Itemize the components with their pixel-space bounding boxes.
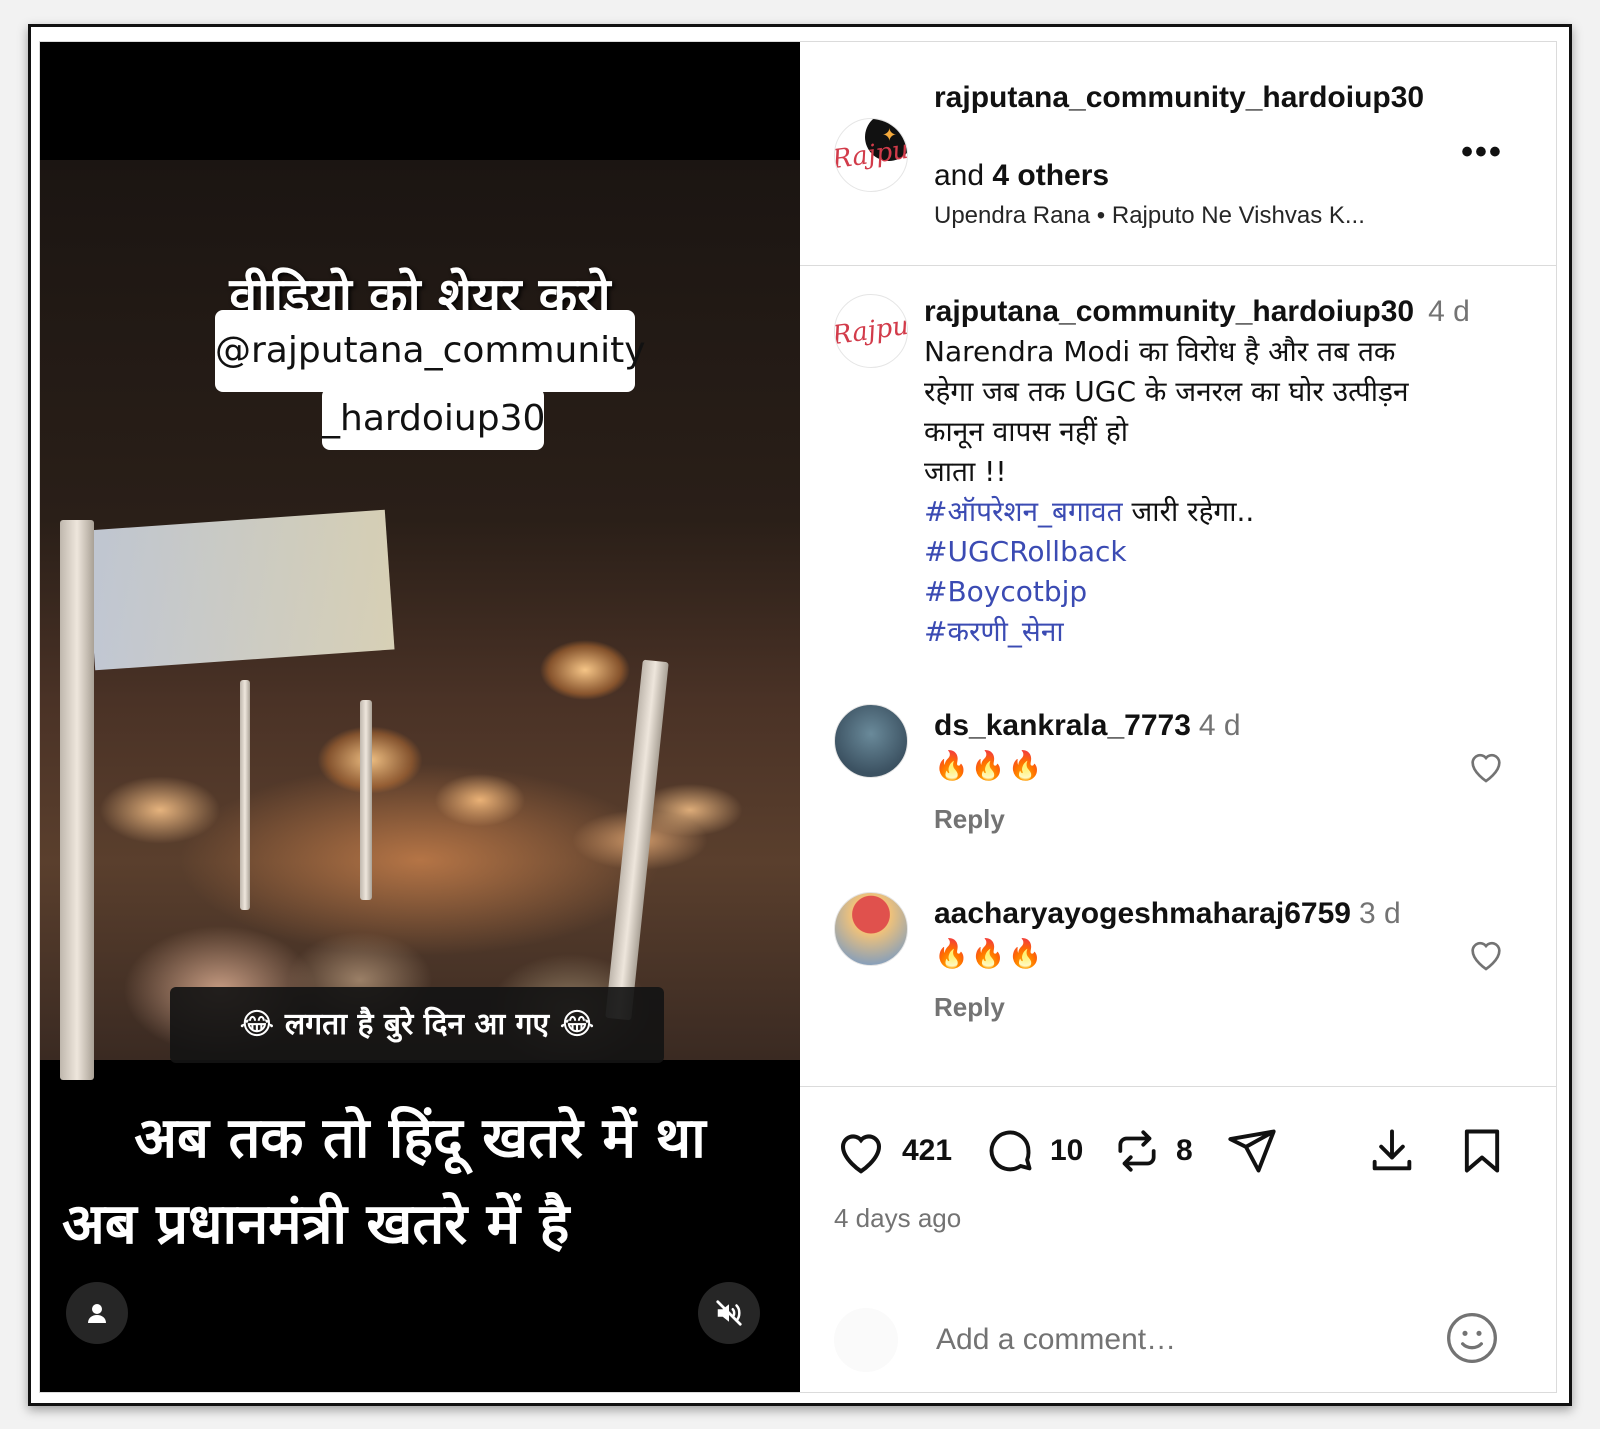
video-bottom-line2: अब प्रधानमंत्री खतरे में है [62,1192,570,1257]
share-icon [1228,1129,1276,1173]
more-options-button[interactable]: ••• [1460,135,1504,169]
user-icon [88,1304,106,1323]
video-bottom-line1: अब तक तो हिंदू खतरे में था [134,1106,706,1171]
like-action[interactable]: 421 [834,1123,952,1179]
comment-text: 🔥🔥🔥 [934,750,1045,781]
post-actions: 421 10 8 4 days ago [800,1086,1556,1286]
protest-banner [85,509,395,671]
video-caption-strip: 😂 लगता है बुरे दिन आ गए 😂 [170,987,664,1063]
post-side-panel: ✦ Rajpu rajputana_community_hardoiup30 a… [800,42,1556,1392]
commenter-avatar[interactable] [834,892,908,966]
avatar-logo-text: Rajpu [834,134,908,176]
comments-section[interactable]: Rajpu rajputana_community_hardoiup30 4 d … [800,266,1556,1086]
caption-author[interactable]: rajputana_community_hardoiup30 4 d [924,292,1470,332]
torch-pole [60,520,94,1080]
hashtag-link[interactable]: #ऑपरेशन_बगावत [924,495,1123,528]
share-button[interactable] [1226,1123,1278,1179]
video-handle-line2: _hardoiup30 [322,388,545,450]
comment-count[interactable]: 10 [1050,1134,1083,1168]
torch-pole [240,680,250,910]
caption-author-avatar[interactable]: Rajpu [834,294,908,368]
hashtag-link[interactable]: #करणी_सेना [924,612,1484,652]
commenter-username[interactable]: ds_kankrala_7773 4 d [934,706,1241,746]
heart-icon[interactable] [834,1124,888,1178]
comment-item: aacharyayogeshmaharaj6759 3 d 🔥🔥🔥 Reply [800,892,1556,1042]
comment-icon[interactable] [984,1125,1036,1177]
torch-pole [360,700,372,900]
torch-pole [605,659,669,1021]
collaborators[interactable]: and 4 others [934,156,1109,196]
commenter-avatar[interactable] [834,704,908,778]
post-header: ✦ Rajpu rajputana_community_hardoiup30 a… [800,42,1556,266]
repost-icon[interactable] [1112,1126,1162,1176]
mute-button[interactable] [698,1282,760,1344]
tagged-users-button[interactable] [66,1282,128,1344]
current-user-avatar [834,1308,898,1372]
video-player[interactable]: वीडियो को शेयर करो @rajputana_community … [40,42,800,1392]
like-count[interactable]: 421 [902,1134,952,1168]
download-button[interactable] [1366,1123,1418,1179]
add-comment-bar [800,1278,1556,1392]
muted-speaker-icon [716,1300,742,1326]
download-icon [1372,1129,1412,1171]
audio-info[interactable]: Upendra Rana • Rajputo Ne Vishvas K... [934,200,1365,232]
post-dialog: वीडियो को शेयर करो @rajputana_community … [39,41,1557,1393]
audio-title[interactable]: Rajputo Ne Vishvas K... [1112,202,1365,229]
reply-button[interactable]: Reply [934,802,1005,836]
author-username[interactable]: rajputana_community_hardoiup30 [934,78,1454,118]
others-count[interactable]: 4 others [992,159,1109,192]
repost-count[interactable]: 8 [1176,1134,1193,1168]
audio-artist[interactable]: Upendra Rana [934,202,1090,229]
hashtag-link[interactable]: #UGCRollback [924,532,1484,572]
post-timestamp[interactable]: 4 days ago [834,1203,961,1234]
like-comment-heart-icon[interactable] [1466,934,1506,974]
reply-button[interactable]: Reply [934,990,1005,1024]
repost-action[interactable]: 8 [1112,1123,1193,1179]
comment-action[interactable]: 10 [984,1123,1083,1179]
more-icon: ••• [1461,133,1503,171]
caption-time: 4 d [1428,295,1470,328]
comment-input[interactable] [936,1308,1436,1372]
like-comment-heart-icon[interactable] [1466,746,1506,786]
screenshot-frame: वीडियो को शेयर करो @rajputana_community … [28,24,1572,1406]
comment-item: ds_kankrala_7773 4 d 🔥🔥🔥 Reply [800,704,1556,854]
emoji-icon[interactable] [1444,1310,1500,1366]
commenter-username[interactable]: aacharyayogeshmaharaj6759 3 d [934,894,1401,934]
hashtag-link[interactable]: #Boycotbjp [924,572,1484,612]
video-handle-line1: @rajputana_community [215,310,646,392]
author-avatar[interactable]: ✦ Rajpu [834,118,908,192]
bookmark-icon [1464,1129,1500,1173]
post-caption: Narendra Modi का विरोध है और तब तक रहेगा… [924,332,1484,652]
comment-text: 🔥🔥🔥 [934,938,1045,969]
save-button[interactable] [1456,1123,1508,1179]
